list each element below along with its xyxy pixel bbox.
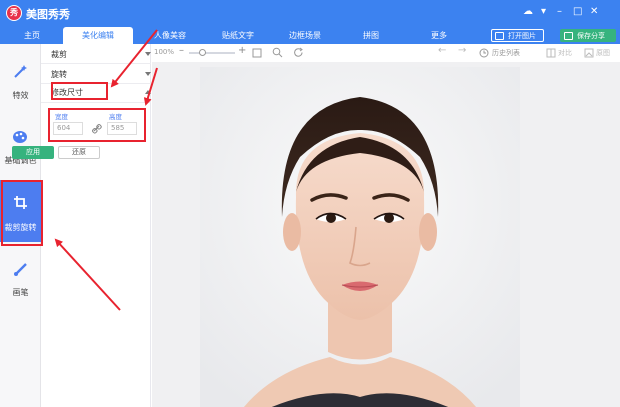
sidebar-item-label: 特效 bbox=[12, 91, 29, 100]
fit-screen-icon[interactable] bbox=[252, 48, 262, 58]
annotation-box-dimensions bbox=[48, 108, 146, 142]
chevron-down-icon bbox=[145, 52, 151, 56]
tab-portrait[interactable]: 人像美容 bbox=[137, 27, 203, 44]
minimize-icon[interactable]: – bbox=[557, 6, 562, 18]
portrait-photo[interactable] bbox=[200, 67, 520, 407]
history-list-button[interactable]: 历史列表 bbox=[492, 48, 520, 58]
divider bbox=[41, 102, 151, 103]
image-icon bbox=[495, 32, 504, 40]
menu-dropdown-icon[interactable]: ▾ bbox=[541, 6, 546, 18]
share-icon bbox=[564, 32, 573, 40]
compare-icon bbox=[546, 48, 556, 58]
chevron-down-icon bbox=[145, 90, 151, 94]
chevron-down-icon bbox=[145, 72, 151, 76]
magic-wand-icon bbox=[14, 65, 27, 78]
original-image-icon bbox=[584, 48, 594, 58]
close-icon[interactable]: ✕ bbox=[590, 6, 598, 18]
tab-home[interactable]: 主页 bbox=[6, 27, 58, 44]
app-logo-icon: 秀 bbox=[6, 5, 22, 21]
save-share-button[interactable]: 保存分享 bbox=[560, 29, 616, 42]
maximize-icon[interactable]: □ bbox=[573, 6, 582, 18]
redo-icon[interactable]: → bbox=[458, 45, 466, 56]
sidebar-item-brush[interactable]: 画笔 bbox=[0, 252, 41, 310]
open-image-button[interactable]: 打开图片 bbox=[491, 29, 544, 42]
tab-more[interactable]: 更多 bbox=[408, 27, 470, 44]
annotation-box-resize bbox=[51, 82, 108, 100]
crop-option[interactable]: 裁剪 bbox=[51, 49, 151, 60]
palette-icon bbox=[13, 131, 27, 143]
tab-collage[interactable]: 拼图 bbox=[340, 27, 402, 44]
sidebar-item-label: 画笔 bbox=[12, 288, 29, 297]
apply-button[interactable]: 应用 bbox=[12, 146, 54, 159]
app-title: 美图秀秀 bbox=[26, 8, 70, 21]
zoom-search-icon[interactable] bbox=[272, 47, 283, 58]
rotate-option[interactable]: 旋转 bbox=[51, 69, 151, 80]
zoom-slider[interactable] bbox=[189, 49, 235, 56]
tab-frame-scene[interactable]: 边框场景 bbox=[272, 27, 338, 44]
annotation-box-crop-rotate bbox=[1, 180, 43, 246]
original-button[interactable]: 原图 bbox=[596, 48, 610, 58]
compare-button[interactable]: 对比 bbox=[558, 48, 572, 58]
undo-icon[interactable]: ← bbox=[438, 45, 446, 56]
zoom-out-icon[interactable]: – bbox=[179, 45, 184, 56]
rotate-icon[interactable] bbox=[293, 47, 304, 58]
sidebar-item-effects[interactable]: 特效 bbox=[0, 52, 41, 110]
chat-icon[interactable]: ☁ bbox=[523, 6, 533, 18]
brush-icon bbox=[14, 263, 27, 276]
zoom-slider-handle[interactable] bbox=[199, 49, 206, 56]
title-bar: 秀 美图秀秀 ☁ ▾ – □ ✕ bbox=[0, 0, 620, 27]
zoom-level: 100% bbox=[154, 48, 175, 56]
tab-beautify-edit[interactable]: 美化编辑 bbox=[63, 27, 133, 44]
zoom-in-icon[interactable]: + bbox=[238, 45, 246, 56]
history-icon bbox=[479, 48, 489, 58]
canvas-toolbar: 100% – + ← → 历史列表 对比 原图 bbox=[152, 44, 620, 62]
reset-button[interactable]: 还原 bbox=[58, 146, 100, 159]
canvas-area bbox=[152, 62, 620, 407]
tab-sticker-text[interactable]: 贴纸文字 bbox=[205, 27, 271, 44]
divider bbox=[41, 63, 151, 64]
